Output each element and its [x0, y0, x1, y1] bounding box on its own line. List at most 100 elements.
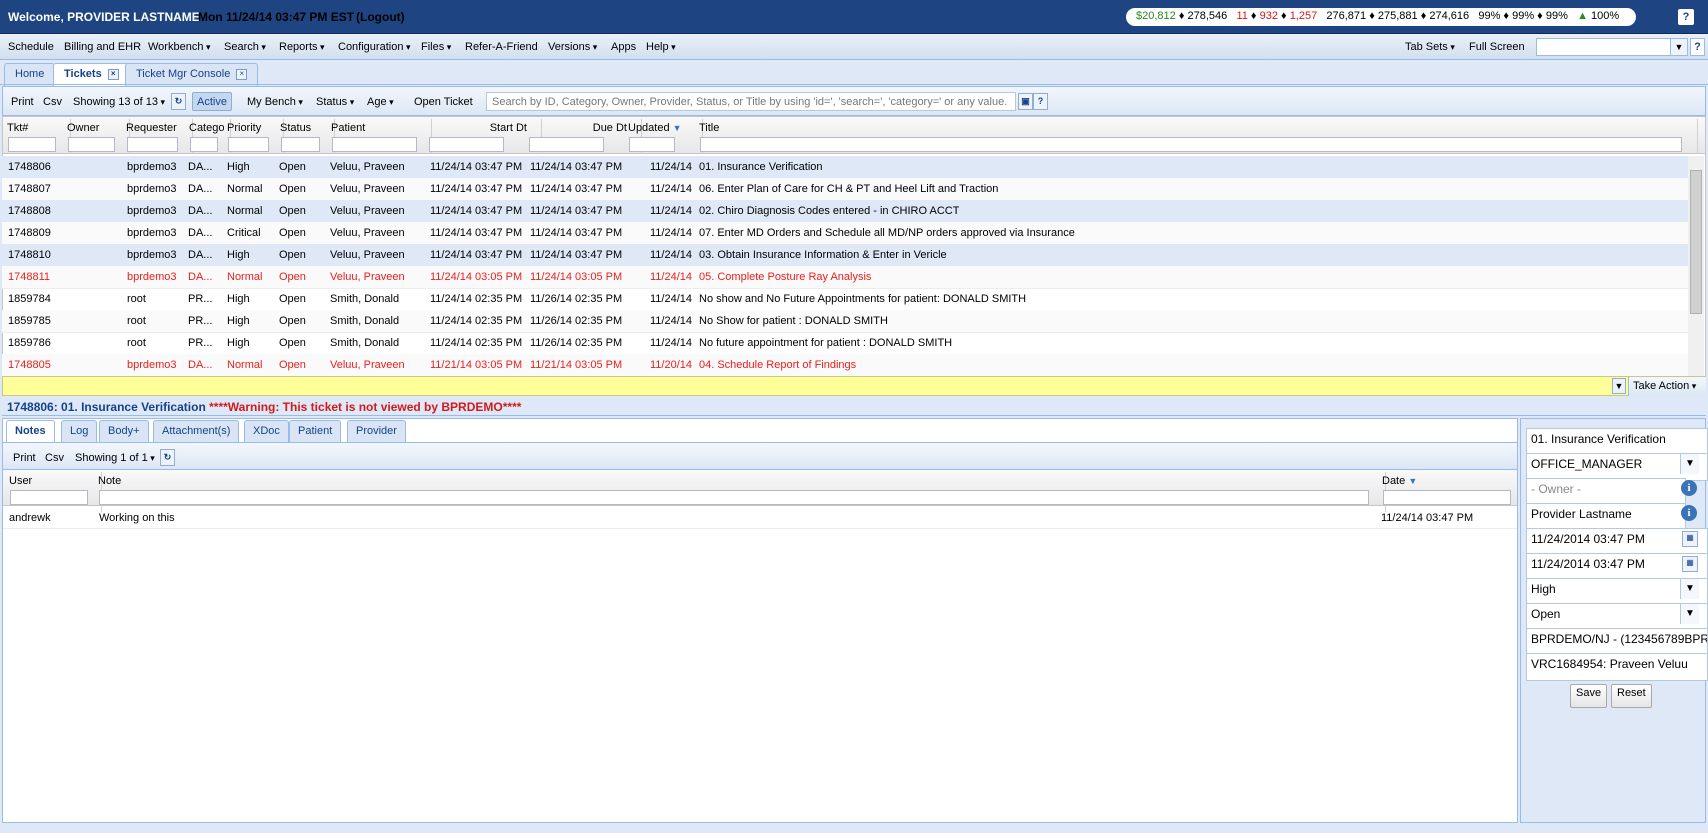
- chevron-down-icon[interactable]: ▼: [1680, 579, 1699, 599]
- filter-input[interactable]: [99, 490, 1369, 505]
- table-row[interactable]: 1748805 bprdemo3 DA... Normal Open Veluu, Pra…: [2, 354, 1688, 377]
- menu-files[interactable]: Files: [421, 41, 451, 53]
- filter-input[interactable]: [629, 137, 675, 152]
- age-menu[interactable]: Age: [367, 96, 394, 108]
- take-action-button[interactable]: Take Action: [1628, 377, 1706, 396]
- chevron-down-icon[interactable]: ▼: [1670, 38, 1688, 56]
- notes-showing-selector[interactable]: Showing 1 of 1: [75, 452, 155, 464]
- provider-field[interactable]: Provider Lastname: [1526, 503, 1686, 531]
- open-ticket-button[interactable]: Open Ticket: [414, 96, 473, 108]
- patient-field[interactable]: VRC1684954: Praveen Veluu: [1526, 653, 1708, 681]
- ticket-requester: bprdemo3: [127, 271, 177, 283]
- filter-input[interactable]: [700, 137, 1682, 152]
- col-tkt[interactable]: Tkt#: [3, 119, 71, 159]
- col-priority[interactable]: Priority: [223, 119, 284, 159]
- active-filter-button[interactable]: Active: [192, 92, 232, 111]
- ticket-grid-header: Tkt# Owner Requester Catego Priority Sta…: [2, 116, 1706, 159]
- filter-input[interactable]: [10, 490, 88, 505]
- menu-billing[interactable]: Billing and EHR: [64, 41, 141, 53]
- logout-link[interactable]: (Logout): [356, 10, 405, 24]
- full-screen-link[interactable]: Full Screen: [1469, 41, 1525, 53]
- binoculars-icon[interactable]: ▣: [1018, 93, 1033, 110]
- refresh-icon[interactable]: ↻: [160, 449, 175, 466]
- col-requester[interactable]: Requester: [122, 119, 193, 159]
- col-owner[interactable]: Owner: [63, 119, 130, 159]
- table-row[interactable]: 1748806 bprdemo3 DA... High Open Veluu, Prave…: [2, 156, 1688, 179]
- csv-button[interactable]: Csv: [43, 96, 62, 108]
- close-icon[interactable]: ×: [107, 68, 119, 80]
- col-date[interactable]: Date ▼: [1378, 472, 1524, 512]
- ticket-patient: Veluu, Praveen: [330, 161, 405, 173]
- menu-apps[interactable]: Apps: [611, 41, 636, 53]
- table-row[interactable]: 1748811 bprdemo3 DA... Normal Open Veluu, Pra…: [2, 266, 1688, 289]
- start-date-field[interactable]: 11/24/2014 03:47 PM: [1526, 528, 1708, 556]
- menu-versions[interactable]: Versions: [548, 41, 597, 53]
- filter-input[interactable]: [529, 137, 604, 152]
- menu-schedule[interactable]: Schedule: [8, 41, 54, 53]
- table-row[interactable]: 1859785 root PR... High Open Smith, Donald 11/…: [2, 310, 1688, 333]
- filter-input[interactable]: [228, 137, 269, 152]
- save-button[interactable]: Save: [1570, 684, 1608, 708]
- info-icon[interactable]: i: [1681, 505, 1697, 521]
- table-row[interactable]: 1748809 bprdemo3 DA... Critical Open Veluu, P…: [2, 222, 1688, 245]
- tab-set-input[interactable]: [1536, 38, 1688, 56]
- notes-print-button[interactable]: Print: [13, 452, 36, 464]
- filter-input[interactable]: [332, 137, 417, 152]
- ticket-start-dt: 11/24/14 03:47 PM: [430, 227, 523, 239]
- print-button[interactable]: Print: [11, 96, 34, 108]
- menu-configuration[interactable]: Configuration: [338, 41, 410, 53]
- note-text: Working on this: [99, 512, 175, 524]
- table-row[interactable]: 1748807 bprdemo3 DA... Normal Open Veluu, Pra…: [2, 178, 1688, 201]
- table-row[interactable]: 1748810 bprdemo3 DA... High Open Veluu, Prave…: [2, 244, 1688, 267]
- my-bench-menu[interactable]: My Bench: [247, 96, 303, 108]
- chevron-down-icon[interactable]: ▼: [1680, 454, 1699, 474]
- due-date-field[interactable]: 11/24/2014 03:47 PM: [1526, 553, 1708, 581]
- filter-input[interactable]: [1383, 490, 1511, 505]
- col-user[interactable]: User: [5, 472, 102, 512]
- info-icon[interactable]: i: [1681, 480, 1697, 496]
- menu-refer-a-friend[interactable]: Refer-A-Friend: [465, 41, 538, 53]
- menu-workbench[interactable]: Workbench: [148, 41, 210, 53]
- ticket-search-input[interactable]: Search by ID, Category, Owner, Provider,…: [486, 92, 1016, 111]
- chevron-down-icon[interactable]: ▼: [1612, 378, 1626, 394]
- col-patient[interactable]: Patient: [327, 119, 432, 159]
- help-icon[interactable]: ?: [1033, 93, 1048, 110]
- ticket-updated: 11/24/14: [650, 293, 693, 305]
- refresh-icon[interactable]: ↻: [171, 93, 186, 110]
- menu-reports[interactable]: Reports: [279, 41, 325, 53]
- table-row[interactable]: 1748808 bprdemo3 DA... Normal Open Veluu, Pra…: [2, 200, 1688, 223]
- status-menu[interactable]: Status: [316, 96, 354, 108]
- help-icon[interactable]: ?: [1690, 38, 1705, 56]
- practice-field[interactable]: BPRDEMO/NJ - (123456789BPRDEMO): [1526, 628, 1708, 656]
- calendar-icon[interactable]: ▦: [1682, 556, 1698, 572]
- close-icon[interactable]: ×: [236, 68, 248, 80]
- filter-input[interactable]: [190, 137, 218, 152]
- filter-input[interactable]: [429, 137, 504, 152]
- filter-input[interactable]: [127, 137, 178, 152]
- help-icon[interactable]: ?: [1678, 9, 1694, 25]
- reset-button[interactable]: Reset: [1611, 684, 1652, 708]
- scrollbar-thumb[interactable]: [1690, 170, 1702, 314]
- menu-search[interactable]: Search: [224, 41, 266, 53]
- ticket-category: DA...: [188, 205, 213, 217]
- tab-sets-menu[interactable]: Tab Sets: [1405, 41, 1455, 53]
- owner-field[interactable]: - Owner -: [1526, 478, 1686, 506]
- title-field[interactable]: 01. Insurance Verification: [1526, 428, 1708, 456]
- menu-help[interactable]: Help: [646, 41, 676, 53]
- filter-input[interactable]: [68, 137, 115, 152]
- chevron-down-icon[interactable]: ▼: [1680, 604, 1699, 624]
- calendar-icon[interactable]: ▦: [1682, 531, 1698, 547]
- col-updated[interactable]: Updated ▼: [624, 119, 703, 159]
- table-row[interactable]: 1859786 root PR... High Open Smith, Donald 11/…: [2, 332, 1688, 355]
- col-note[interactable]: Note: [94, 472, 1386, 512]
- table-row[interactable]: andrewk Working on this 11/24/14 03:47 P…: [3, 507, 1517, 529]
- ticket-id: 1859785: [8, 315, 51, 327]
- filter-input[interactable]: [8, 137, 56, 152]
- stat: 276,871: [1326, 10, 1367, 22]
- filter-input[interactable]: [281, 137, 320, 152]
- table-row[interactable]: 1859784 root PR... High Open Smith, Donald 11/…: [2, 288, 1688, 311]
- col-title[interactable]: Title: [695, 119, 1698, 159]
- notes-csv-button[interactable]: Csv: [45, 452, 64, 464]
- ticket-patient: Smith, Donald: [330, 315, 400, 327]
- showing-selector[interactable]: Showing 13 of 13: [73, 96, 165, 108]
